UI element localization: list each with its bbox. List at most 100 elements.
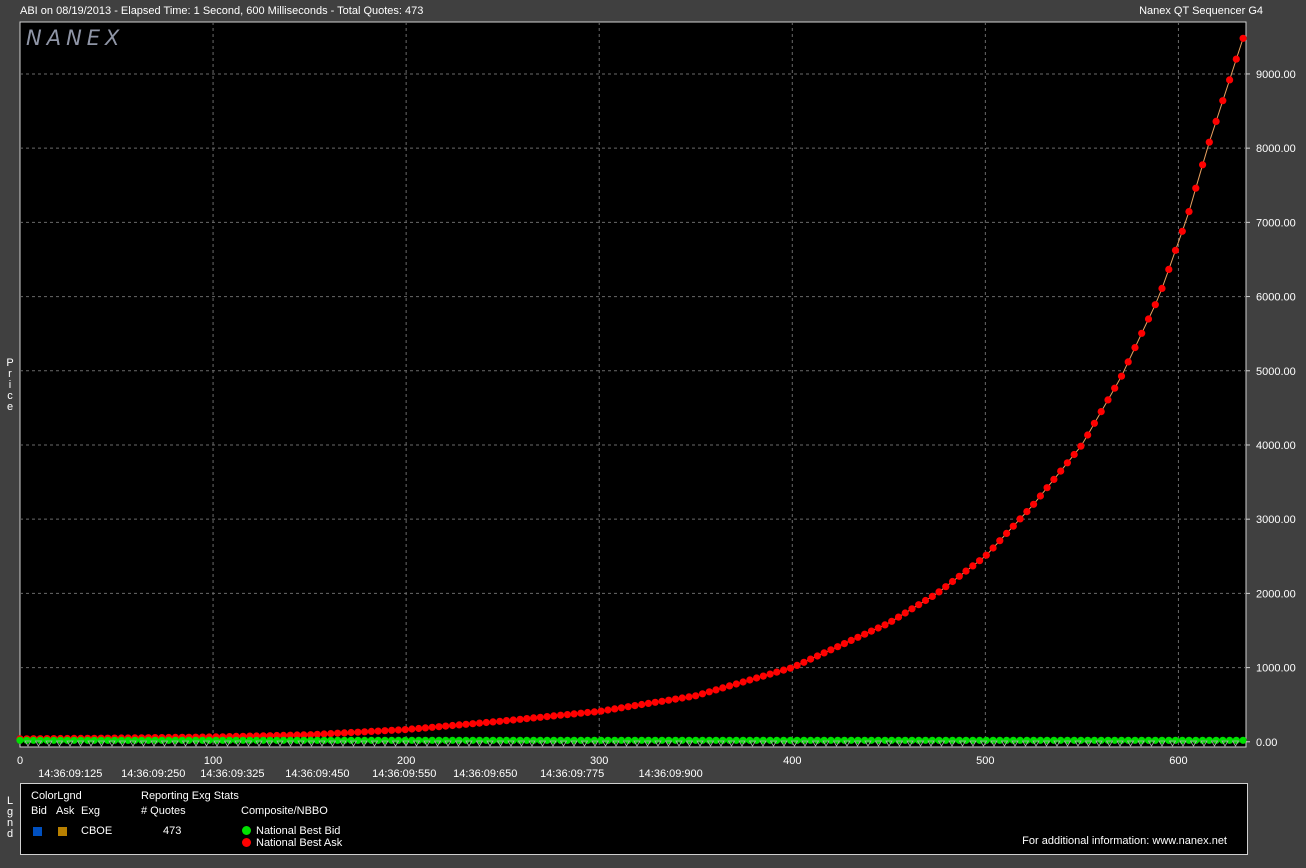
national-best-ask-point: [401, 726, 409, 734]
national-best-ask-point: [1050, 475, 1058, 483]
national-best-ask-point: [509, 716, 517, 724]
national-best-ask-point: [327, 730, 335, 738]
x-tick-label: 500: [976, 755, 994, 767]
national-best-ask-point: [482, 718, 490, 727]
national-best-ask-point: [1003, 529, 1011, 538]
national-best-ask-point: [894, 613, 903, 621]
national-best-ask-point: [435, 723, 443, 731]
national-best-ask-point: [455, 721, 463, 729]
quote-count: 473: [163, 825, 182, 837]
national-best-ask-point: [502, 717, 511, 725]
national-best-ask-point: [644, 699, 653, 708]
national-best-ask-point: [1111, 384, 1119, 392]
bid-color-swatch: [33, 827, 42, 836]
national-best-bid-point: [563, 736, 572, 744]
watermark-logo: NANEX: [26, 26, 124, 50]
national-best-ask-point: [1205, 138, 1213, 146]
national-best-bid-point: [1111, 736, 1119, 744]
national-best-bid-point: [827, 736, 835, 744]
national-best-ask-point: [1199, 161, 1207, 169]
national-best-bid-point: [239, 736, 247, 744]
national-best-bid-point: [678, 736, 686, 744]
national-best-ask-point: [685, 693, 693, 701]
national-best-bid-point: [151, 736, 159, 744]
national-best-bid-point: [279, 736, 288, 744]
national-best-ask-point: [334, 729, 342, 737]
national-best-ask-point: [1226, 76, 1234, 84]
national-best-ask-point: [1030, 500, 1038, 508]
national-best-ask-point: [1138, 329, 1146, 337]
national-best-ask-point: [388, 726, 396, 734]
national-best-ask-point: [1151, 301, 1159, 309]
national-best-bid-point: [955, 736, 963, 744]
national-best-bid-point: [1205, 736, 1213, 744]
national-best-ask-point: [408, 725, 416, 733]
y-tick-label: 7000.00: [1256, 217, 1296, 229]
national-best-bid-point: [482, 736, 490, 744]
national-best-bid-point: [1199, 736, 1207, 744]
national-best-ask-point: [982, 551, 990, 559]
x-tick-label: 600: [1169, 755, 1187, 767]
national-best-bid-point: [1151, 736, 1159, 744]
national-best-bid-point: [367, 736, 375, 744]
national-best-bid-point: [252, 736, 261, 744]
national-best-ask-point: [550, 712, 558, 720]
national-best-bid-point: [1023, 736, 1031, 744]
exchange-name: CBOE: [81, 825, 113, 837]
national-best-bid-point: [793, 736, 801, 744]
national-best-ask-point: [1185, 208, 1193, 216]
national-best-bid-point: [698, 736, 707, 744]
national-best-bid-point: [347, 736, 355, 744]
y-tick-label: 5000.00: [1256, 366, 1296, 378]
national-best-bid-point: [557, 736, 565, 744]
national-best-ask-point: [807, 655, 815, 663]
national-best-ask-point: [590, 708, 599, 716]
national-best-ask-point: [1077, 442, 1085, 450]
composite-title: Composite/NBBO: [241, 805, 328, 817]
stats-title: Reporting Exg Stats: [141, 790, 239, 802]
national-best-bid-point: [570, 736, 578, 744]
national-best-ask-point: [820, 649, 828, 657]
national-best-bid-point: [584, 736, 592, 744]
national-best-ask-point: [469, 720, 477, 728]
national-best-ask-point: [989, 544, 997, 552]
national-best-ask-point: [1192, 184, 1200, 192]
national-best-ask-point: [867, 627, 876, 635]
national-best-ask-point: [1043, 484, 1051, 492]
national-best-ask-point: [1212, 117, 1220, 125]
national-best-ask-point: [800, 658, 808, 666]
national-best-bid-point: [1030, 736, 1038, 744]
y-tick-label: 8000.00: [1256, 143, 1296, 155]
ask-color-swatch: [58, 827, 67, 836]
national-best-bid-point: [1016, 736, 1024, 744]
national-best-ask-point: [340, 729, 348, 737]
national-best-ask-point: [320, 730, 328, 738]
national-best-ask-point: [813, 652, 822, 660]
legend-exg-header: Exg: [81, 805, 100, 817]
national-best-ask-point: [415, 724, 423, 733]
national-best-ask-point: [611, 705, 619, 713]
y-tick-label: 9000.00: [1256, 69, 1296, 81]
national-best-ask-point: [523, 715, 531, 723]
national-best-ask-point: [915, 601, 923, 609]
national-best-ask-point: [442, 722, 450, 730]
legend-ask-header: Ask: [56, 805, 75, 817]
national-best-ask-point: [1016, 515, 1024, 523]
quotes-header: # Quotes: [141, 805, 186, 817]
national-best-bid-point: [300, 736, 308, 744]
national-best-bid-point: [117, 736, 125, 744]
x-tick-label: 400: [783, 755, 801, 767]
national-best-ask-point: [543, 713, 551, 721]
national-best-ask-point: [874, 624, 882, 632]
national-best-ask-point: [948, 577, 957, 586]
national-best-ask-point: [421, 724, 429, 732]
time-label: 14:36:09:125: [38, 768, 102, 780]
national-best-ask-point: [719, 684, 727, 692]
national-best-bid-point: [1077, 736, 1085, 744]
national-best-ask-point: [1124, 358, 1132, 366]
time-label: 14:36:09:900: [639, 768, 703, 780]
time-label: 14:36:09:550: [372, 768, 436, 780]
national-best-bid-point: [928, 736, 936, 744]
national-best-ask-point: [996, 537, 1004, 545]
national-best-ask-point: [374, 727, 382, 735]
